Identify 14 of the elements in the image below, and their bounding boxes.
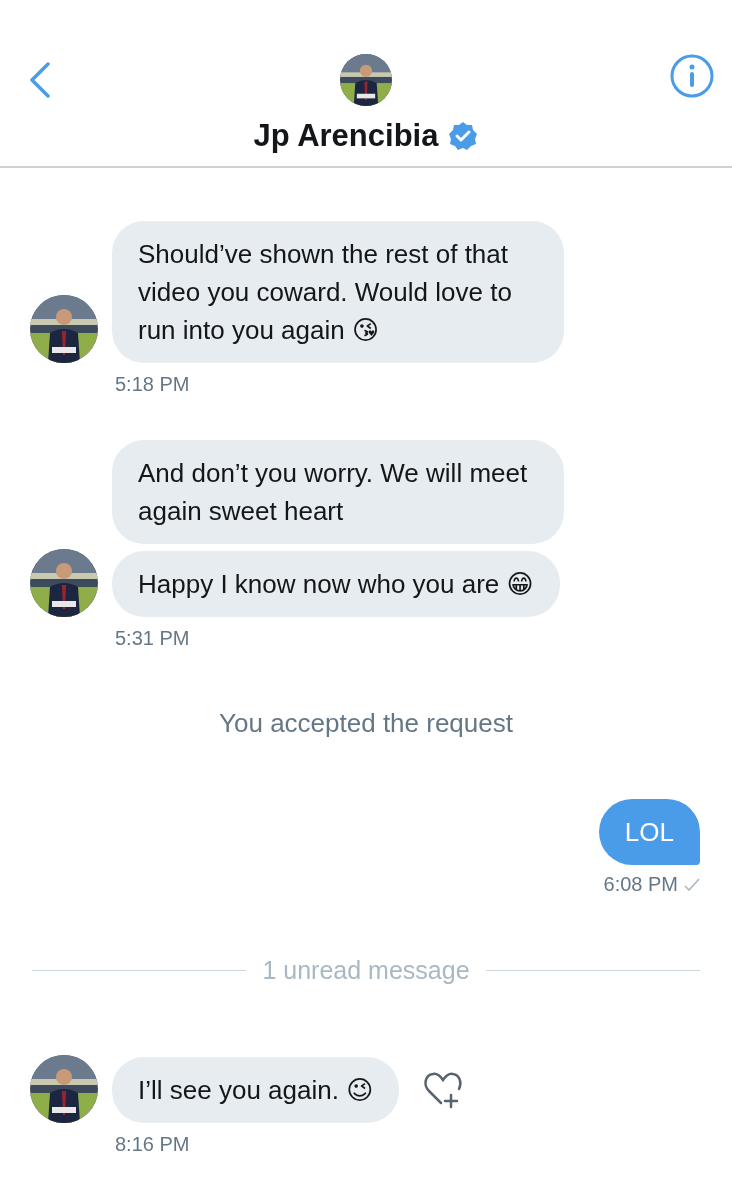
message-bubble: Happy I know now who you are 😁: [112, 551, 560, 617]
message-bubble: And don’t you worry. We will meet again sweet heart: [112, 440, 564, 544]
message-time: 8:16 PM: [115, 1133, 191, 1156]
contact-name: Jp Arencibia: [253, 118, 439, 154]
info-icon[interactable]: [670, 54, 714, 98]
back-icon[interactable]: [29, 62, 51, 98]
message-time: 5:31 PM: [115, 627, 191, 650]
message-bubble: Should’ve shown the rest of that video you coward. Would love to run into you again 😘: [112, 221, 564, 363]
system-notice: You accepted the request: [219, 708, 513, 739]
message-time: 6:08 PM: [603, 873, 678, 896]
message-time: 5:18 PM: [115, 373, 191, 396]
message-bubble: LOL: [598, 799, 700, 865]
unread-divider-label: 1 unread message: [262, 956, 470, 985]
message-bubble: I’ll see you again. 😉: [112, 1057, 400, 1123]
